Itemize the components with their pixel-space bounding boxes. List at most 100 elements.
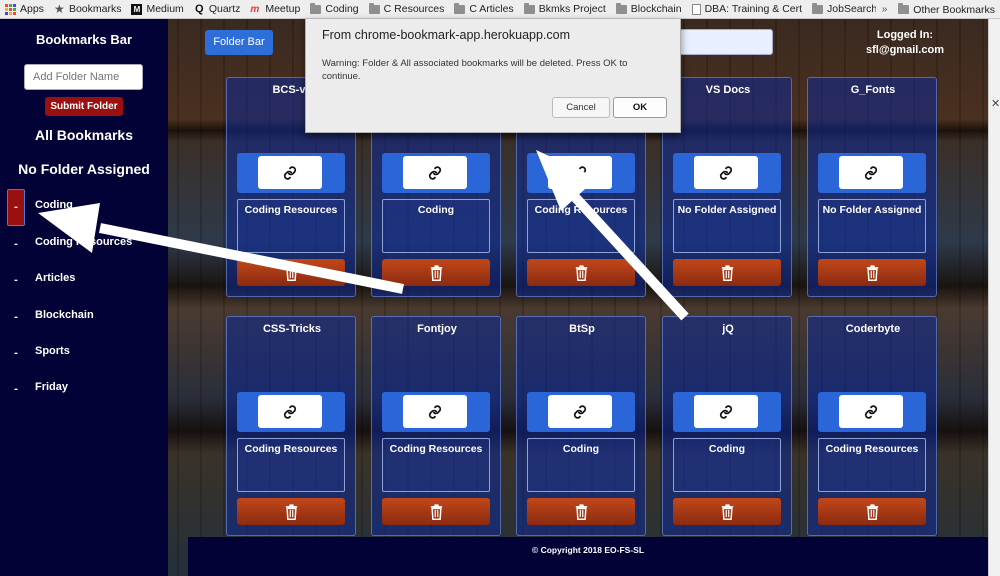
logged-in-label: Logged In: — [876, 29, 934, 41]
sidebar-item-label[interactable]: Sports — [35, 335, 70, 367]
link-icon — [283, 165, 297, 180]
folder-name-input[interactable] — [24, 64, 143, 90]
delete-folder-button[interactable]: - — [12, 335, 20, 371]
link-icon — [719, 165, 733, 180]
link-button-wrap — [237, 153, 345, 193]
delete-bookmark-button[interactable] — [818, 498, 926, 525]
bookmark-folder-coding[interactable]: Coding — [305, 0, 363, 18]
bookmark-dba-training[interactable]: DBA: Training & Cert — [687, 0, 807, 18]
bookmark-title[interactable]: jQ — [663, 323, 793, 335]
bookmark-card: jQ Coding — [662, 316, 792, 536]
open-link-button[interactable] — [839, 156, 903, 189]
delete-bookmark-button[interactable] — [237, 259, 345, 286]
delete-bookmark-button[interactable] — [237, 498, 345, 525]
delete-bookmark-button[interactable] — [818, 259, 926, 286]
bookmark-title[interactable]: CSS-Tricks — [227, 323, 357, 335]
bookmark-bookmarks[interactable]: ★ Bookmarks — [49, 0, 127, 18]
bookmarks-bar-right: » Other Bookmarks — [875, 0, 1000, 18]
no-folder-assigned-link[interactable]: No Folder Assigned — [0, 161, 168, 177]
open-link-button[interactable] — [839, 395, 903, 428]
dialog-ok-button[interactable]: OK — [613, 97, 667, 118]
bookmark-label: Bkmks Project — [538, 3, 606, 15]
bookmark-folder-label: Coding Resources — [527, 199, 635, 253]
sidebar-item-label[interactable]: Blockchain — [35, 299, 94, 331]
bookmark-folder-c-articles[interactable]: C Articles — [449, 0, 518, 18]
bookmark-card: CSS-Tricks Coding Resources — [226, 316, 356, 536]
sidebar-item-blockchain: - Blockchain — [0, 299, 168, 335]
bookmark-folder-blockchain[interactable]: Blockchain — [611, 0, 687, 18]
folder-icon — [615, 2, 627, 14]
confirm-dialog: From chrome-bookmark-app.herokuapp.com W… — [305, 19, 681, 133]
bookmark-folder-label: Coding — [382, 199, 490, 253]
trash-icon — [720, 503, 735, 520]
sidebar-item-coding: - Coding — [0, 189, 168, 226]
folder-icon — [368, 2, 380, 14]
open-link-button[interactable] — [694, 395, 758, 428]
open-link-button[interactable] — [403, 156, 467, 189]
delete-bookmark-button[interactable] — [673, 498, 781, 525]
sidebar-item-articles: - Articles — [0, 262, 168, 298]
close-icon[interactable]: ✕ — [991, 97, 1000, 110]
dialog-title: From chrome-bookmark-app.herokuapp.com — [322, 28, 571, 42]
open-link-button[interactable] — [258, 395, 322, 428]
bookmark-title[interactable]: Coderbyte — [808, 323, 938, 335]
link-button-wrap — [818, 392, 926, 432]
bookmark-title[interactable]: BtSp — [517, 323, 647, 335]
open-link-button[interactable] — [258, 156, 322, 189]
trash-icon — [429, 264, 444, 281]
delete-bookmark-button[interactable] — [382, 259, 490, 286]
delete-folder-button[interactable]: - — [12, 299, 20, 335]
bookmark-title[interactable]: Fontjoy — [372, 323, 502, 335]
sidebar-item-label[interactable]: Coding Resources — [35, 226, 132, 258]
bookmark-label: Medium — [146, 3, 184, 15]
link-icon — [573, 404, 587, 419]
bookmark-quartz[interactable]: Q Quartz — [189, 0, 246, 18]
sidebar-item-label[interactable]: Friday — [35, 371, 68, 403]
folder-icon — [523, 2, 535, 14]
bookmark-label: JobSearch — [827, 3, 878, 15]
delete-bookmark-button[interactable] — [673, 259, 781, 286]
delete-folder-button[interactable]: - — [12, 262, 20, 298]
bookmarks-bar: Apps ★ Bookmarks M Medium Q Quartz m Mee… — [0, 0, 1000, 19]
bookmark-apps[interactable]: Apps — [0, 0, 49, 18]
delete-bookmark-button[interactable] — [527, 259, 635, 286]
folder-icon — [454, 2, 466, 14]
sidebar-item-label[interactable]: Articles — [35, 262, 75, 294]
trash-icon — [720, 264, 735, 281]
submit-folder-button[interactable]: Submit Folder — [45, 97, 123, 116]
bookmark-folder-c-resources[interactable]: C Resources — [364, 0, 450, 18]
bookmark-medium[interactable]: M Medium — [126, 0, 188, 18]
bookmark-title[interactable]: G_Fonts — [808, 84, 938, 96]
sidebar: Bookmarks Bar Submit Folder All Bookmark… — [0, 19, 168, 576]
logged-in-info: Logged In: sfl@gmail.com — [850, 28, 960, 58]
trash-icon — [574, 503, 589, 520]
folder-bar-button[interactable]: Folder Bar — [205, 30, 273, 55]
open-link-button[interactable] — [548, 395, 612, 428]
sidebar-item-label[interactable]: Coding — [35, 189, 73, 221]
bookmark-folder-bkmks-project[interactable]: Bkmks Project — [519, 0, 611, 18]
bookmark-other-bookmarks[interactable]: Other Bookmarks — [893, 0, 1000, 18]
dialog-message: Warning: Folder & All associated bookmar… — [322, 58, 628, 82]
bookmark-folder-jobsearch[interactable]: JobSearch — [807, 0, 882, 18]
open-link-button[interactable] — [694, 156, 758, 189]
dialog-cancel-button[interactable]: Cancel — [552, 97, 610, 118]
delete-folder-button[interactable]: - — [7, 189, 25, 226]
overflow-chevron-icon[interactable]: » — [876, 4, 894, 15]
apps-grid-icon — [5, 3, 16, 15]
bookmark-meetup[interactable]: m Meetup — [245, 0, 305, 18]
bookmark-card: BtSp Coding — [516, 316, 646, 536]
browser-side-panel: ✕ — [988, 19, 1000, 576]
delete-bookmark-button[interactable] — [382, 498, 490, 525]
delete-bookmark-button[interactable] — [527, 498, 635, 525]
link-button-wrap — [673, 392, 781, 432]
delete-folder-button[interactable]: - — [12, 226, 20, 262]
open-link-button[interactable] — [548, 156, 612, 189]
search-input[interactable] — [675, 29, 773, 55]
quartz-icon: Q — [195, 2, 204, 15]
link-button-wrap — [382, 153, 490, 193]
all-bookmarks-link[interactable]: All Bookmarks — [0, 127, 168, 143]
link-button-wrap — [527, 153, 635, 193]
bookmark-title[interactable]: VS Docs — [663, 84, 793, 96]
open-link-button[interactable] — [403, 395, 467, 428]
delete-folder-button[interactable]: - — [12, 371, 20, 407]
